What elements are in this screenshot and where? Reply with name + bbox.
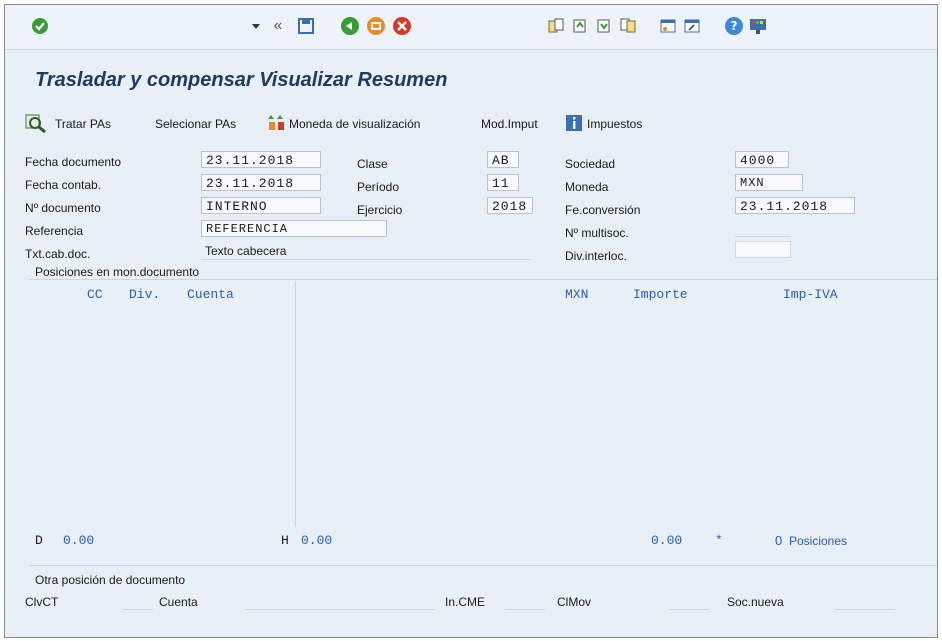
- credit-label: H: [281, 533, 289, 548]
- clmov-label: ClMov: [557, 595, 592, 609]
- column-separator: [295, 281, 296, 527]
- ejercicio-label: Ejercicio: [357, 203, 403, 217]
- ejercicio-field[interactable]: 2018: [487, 197, 533, 214]
- credit-total: 0.00: [301, 533, 333, 548]
- col-importe-header[interactable]: Importe: [633, 287, 688, 302]
- balance-total: 0.00: [651, 533, 683, 548]
- col-cc-header[interactable]: CC: [87, 287, 103, 302]
- impuestos-label: Impuestos: [587, 117, 643, 131]
- customize-layout-icon[interactable]: [747, 15, 769, 37]
- col-impiva-header[interactable]: Imp-IVA: [783, 287, 838, 302]
- next-page-icon[interactable]: [593, 15, 615, 37]
- currency-sort-icon: [267, 113, 287, 136]
- positions-divider: [29, 279, 937, 280]
- periodo-field[interactable]: 11: [487, 174, 519, 191]
- seleccionar-pas-label: Selecionar PAs: [155, 117, 237, 131]
- moneda-visualizacion-button[interactable]: Moneda de visualización: [267, 111, 420, 137]
- back-icon[interactable]: [339, 15, 361, 37]
- standard-toolbar: « ?: [5, 5, 937, 50]
- moneda-visualizacion-label: Moneda de visualización: [289, 117, 421, 131]
- cancel-icon[interactable]: [391, 15, 413, 37]
- impuestos-button[interactable]: Impuestos: [565, 111, 642, 137]
- col-cuenta-header[interactable]: Cuenta: [187, 287, 234, 302]
- clmov-field[interactable]: [669, 593, 709, 610]
- dropdown-arrow-icon[interactable]: [249, 15, 263, 37]
- fecha-documento-field[interactable]: 23.11.2018: [201, 151, 321, 168]
- tratar-pas-label: Tratar PAs: [55, 117, 112, 131]
- div-interloc-label: Div.interloc.: [565, 249, 627, 263]
- clase-field[interactable]: AB: [487, 151, 519, 168]
- shortcut-icon[interactable]: [681, 15, 703, 37]
- moneda-field[interactable]: MXN: [735, 174, 803, 191]
- sociedad-field[interactable]: 4000: [735, 151, 789, 168]
- application-toolbar: Tratar PAs Selecionar PAs Moneda de visu…: [5, 111, 937, 137]
- soc-nueva-field[interactable]: [835, 593, 895, 610]
- svg-text:?: ?: [731, 19, 738, 33]
- positions-list[interactable]: [29, 281, 937, 527]
- clvct-field[interactable]: [123, 593, 153, 610]
- seleccionar-pas-button[interactable]: Selecionar PAs: [155, 111, 236, 137]
- fecha-contab-field[interactable]: 23.11.2018: [201, 174, 321, 191]
- mod-imput-label: Mod.Imput: [481, 117, 538, 131]
- other-divider: [29, 565, 937, 566]
- previous-page-icon[interactable]: [569, 15, 591, 37]
- periodo-label: Período: [357, 180, 400, 194]
- no-documento-label: Nº documento: [25, 201, 101, 215]
- col-currency-header[interactable]: MXN: [565, 287, 588, 302]
- txt-cab-label: Txt.cab.doc.: [25, 247, 91, 261]
- sap-window: « ? Trasladar y compensar Visualizar Res…: [4, 4, 938, 638]
- fe-conversion-field[interactable]: 23.11.2018: [735, 197, 855, 214]
- page-title: Trasladar y compensar Visualizar Resumen: [35, 69, 448, 91]
- enter-check-icon[interactable]: [29, 15, 51, 37]
- position-count: 0: [775, 533, 783, 548]
- multisoc-field[interactable]: [735, 220, 791, 237]
- sociedad-label: Sociedad: [565, 157, 616, 171]
- positions-section-title: Posiciones en mon.documento: [35, 265, 200, 279]
- moneda-label: Moneda: [565, 180, 609, 194]
- debit-label: D: [35, 533, 43, 548]
- help-icon[interactable]: ?: [723, 15, 745, 37]
- incme-field[interactable]: [505, 593, 545, 610]
- exit-icon[interactable]: [365, 15, 387, 37]
- magnifier-icon: [25, 113, 47, 136]
- fe-conversion-label: Fe.conversión: [565, 203, 641, 217]
- tratar-pas-button[interactable]: Tratar PAs: [25, 111, 111, 137]
- div-interloc-field[interactable]: [735, 241, 791, 258]
- first-page-icon[interactable]: [545, 15, 567, 37]
- txt-cab-field[interactable]: Texto cabecera: [201, 243, 531, 260]
- debit-total: 0.00: [63, 533, 95, 548]
- info-icon: [565, 114, 583, 135]
- cuenta-label: Cuenta: [159, 595, 198, 609]
- incme-label: In.CME: [445, 595, 486, 609]
- multisoc-label: Nº multisoc.: [565, 226, 629, 240]
- fecha-contab-label: Fecha contab.: [25, 178, 102, 192]
- fecha-documento-label: Fecha documento: [25, 155, 122, 169]
- collapse-chevron-icon[interactable]: «: [269, 15, 287, 37]
- clase-label: Clase: [357, 157, 388, 171]
- position-count-label: Posiciones: [789, 534, 848, 548]
- mod-imput-button[interactable]: Mod.Imput: [481, 111, 538, 137]
- col-div-header[interactable]: Div.: [129, 287, 160, 302]
- save-icon[interactable]: [295, 15, 317, 37]
- cuenta-field[interactable]: [245, 593, 435, 610]
- no-documento-field[interactable]: INTERNO: [201, 197, 321, 214]
- new-session-icon[interactable]: [657, 15, 679, 37]
- balance-status: *: [715, 533, 723, 548]
- referencia-label: Referencia: [25, 224, 84, 238]
- other-section-title: Otra posición de documento: [35, 573, 186, 587]
- referencia-field[interactable]: REFERENCIA: [201, 220, 387, 237]
- soc-nueva-label: Soc.nueva: [727, 595, 784, 609]
- clvct-label: ClvCT: [25, 595, 59, 609]
- last-page-icon[interactable]: [617, 15, 639, 37]
